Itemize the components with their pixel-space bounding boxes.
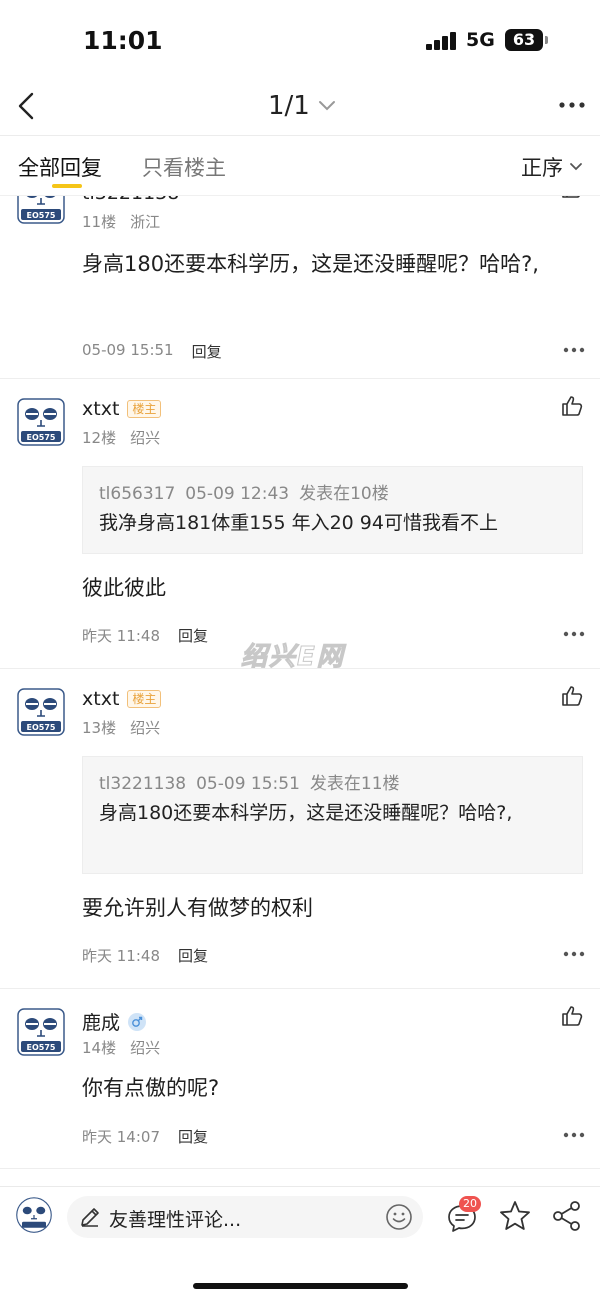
- comment-placeholder: 友善理性评论...: [109, 1209, 242, 1231]
- chevron-down-icon: [318, 101, 335, 111]
- like-icon[interactable]: [560, 1004, 584, 1028]
- comment-text: 彼此彼此: [82, 576, 166, 600]
- page-selector[interactable]: 1/1: [268, 88, 336, 124]
- more-options-icon[interactable]: [556, 92, 588, 118]
- status-time: 11:01: [83, 26, 163, 55]
- host-badge: 楼主: [127, 400, 162, 418]
- sort-dropdown[interactable]: 正序: [521, 152, 583, 182]
- avatar[interactable]: EO575: [17, 688, 65, 736]
- like-icon[interactable]: [560, 394, 584, 418]
- reply-button[interactable]: 回复: [178, 625, 208, 646]
- network-type: 5G: [466, 29, 495, 51]
- comment-time: 昨天 11:48: [82, 627, 160, 645]
- quoted-comment[interactable]: tl3221138 05-09 15:51 发表在11楼 身高180还要本科学历，这…: [82, 756, 583, 874]
- reply-button[interactable]: 回复: [192, 341, 222, 362]
- comment-text: 你有点傲的呢?: [82, 1076, 220, 1100]
- comment-footer: 05-09 15:51 回复: [82, 341, 222, 362]
- comment-time: 昨天 11:48: [82, 947, 160, 965]
- username[interactable]: xtxt 楼主: [82, 398, 162, 420]
- chevron-down-icon: [570, 163, 582, 171]
- comment-item: EO575 tl3221138 11楼浙江 身高180还要本科学历，这是还没睡醒…: [0, 196, 600, 379]
- share-icon[interactable]: [551, 1199, 583, 1233]
- more-icon[interactable]: [563, 630, 585, 638]
- comment-input[interactable]: 友善理性评论...: [67, 1196, 423, 1238]
- bottom-bar: 友善理性评论... 20: [0, 1186, 600, 1300]
- avatar[interactable]: EO575: [17, 1008, 65, 1056]
- comment-item: EO575 鹿成 14楼 绍兴 你有点傲的呢? 昨天 14:07 回复: [0, 989, 600, 1169]
- site-watermark: 绍兴E网: [241, 642, 345, 673]
- star-icon[interactable]: [498, 1199, 532, 1233]
- battery-tip: [545, 36, 548, 44]
- comment-footer: 昨天 11:48 回复: [82, 945, 208, 966]
- more-icon[interactable]: [563, 950, 585, 958]
- reply-button[interactable]: 回复: [178, 945, 208, 966]
- quote-text: 我净身高181体重155 年入20 94可惜我看不上: [99, 512, 498, 534]
- back-icon[interactable]: [10, 88, 46, 124]
- emoji-icon[interactable]: [385, 1203, 413, 1231]
- quoted-comment[interactable]: tl656317 05-09 12:43 发表在10楼 我净身高181体重155 年…: [82, 466, 583, 554]
- comment-footer: 昨天 14:07 回复: [82, 1126, 208, 1147]
- username[interactable]: 鹿成: [82, 1008, 147, 1035]
- comment-time: 昨天 14:07: [82, 1128, 160, 1146]
- svg-text:EO575: EO575: [27, 433, 56, 442]
- pen-icon: [81, 1208, 99, 1227]
- like-icon[interactable]: [560, 196, 584, 200]
- home-indicator: [193, 1283, 408, 1289]
- username[interactable]: xtxt 楼主: [82, 688, 162, 710]
- comment-meta: 13楼 绍兴: [82, 719, 161, 737]
- comment-time: 05-09 15:51: [82, 341, 174, 359]
- quote-text: 身高180还要本科学历，这是还没睡醒呢？哈哈?,: [99, 802, 513, 824]
- svg-text:EO575: EO575: [27, 723, 56, 732]
- tab-active-indicator: [52, 184, 82, 188]
- comment-meta: 14楼 绍兴: [82, 1039, 161, 1057]
- comment-text: 要允许别人有做梦的权利: [82, 896, 313, 920]
- svg-text:EO575: EO575: [27, 211, 56, 220]
- comment-footer: 昨天 11:48 回复: [82, 625, 208, 646]
- username[interactable]: tl3221138: [82, 196, 179, 204]
- avatar[interactable]: EO575: [17, 398, 65, 446]
- comment-count-badge: 20: [459, 1196, 481, 1212]
- avatar[interactable]: EO575: [17, 196, 65, 224]
- tab-all-replies[interactable]: 全部回复: [18, 152, 102, 182]
- comment-text: 身高180还要本科学历，这是还没睡醒呢？哈哈?,: [82, 252, 539, 276]
- quote-header: tl656317 05-09 12:43 发表在10楼: [99, 484, 389, 504]
- status-bar: 11:01 5G 63: [0, 0, 600, 80]
- like-icon[interactable]: [560, 684, 584, 708]
- host-badge: 楼主: [127, 690, 162, 708]
- quote-header: tl3221138 05-09 15:51 发表在11楼: [99, 774, 400, 794]
- nav-bar: 1/1: [0, 80, 600, 136]
- battery-icon: 63: [505, 29, 543, 51]
- more-icon[interactable]: [563, 346, 585, 354]
- male-icon: [128, 1012, 147, 1031]
- signal-icon: [426, 32, 458, 50]
- page-indicator: 1/1: [268, 91, 310, 121]
- reply-button[interactable]: 回复: [178, 1126, 208, 1147]
- comment-item: EO575 xtxt 楼主 12楼 绍兴 tl656317 05-09 12:43 发…: [0, 379, 600, 669]
- comment-meta: 12楼 绍兴: [82, 429, 161, 447]
- reply-tabs: 全部回复 只看楼主 正序: [0, 136, 600, 196]
- tab-host-only[interactable]: 只看楼主: [142, 152, 226, 182]
- comment-meta: 11楼 浙江: [82, 213, 161, 231]
- comment-item: EO575 xtxt 楼主 13楼 绍兴 tl3221138 05-09 15:51…: [0, 669, 600, 989]
- my-avatar[interactable]: [16, 1197, 52, 1233]
- svg-text:EO575: EO575: [27, 1043, 56, 1052]
- sort-label: 正序: [521, 156, 563, 180]
- comment-list: EO575 tl3221138 11楼浙江 身高180还要本科学历，这是还没睡醒…: [0, 196, 600, 1186]
- more-icon[interactable]: [563, 1131, 585, 1139]
